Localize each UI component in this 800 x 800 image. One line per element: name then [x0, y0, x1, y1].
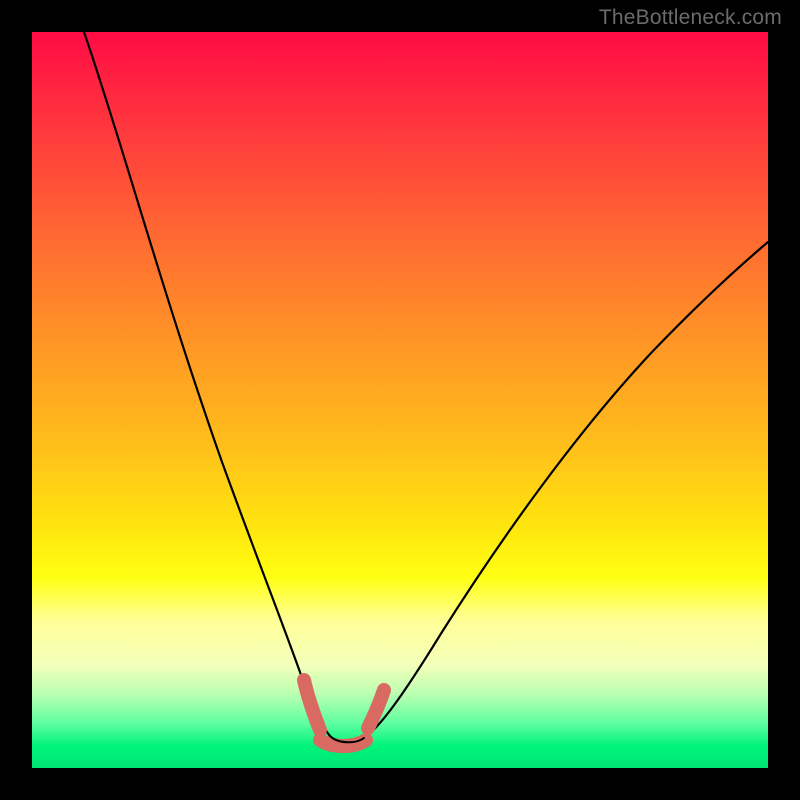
chart-frame: TheBottleneck.com [0, 0, 800, 800]
right-branch-curve [364, 242, 768, 738]
watermark-text: TheBottleneck.com [599, 6, 782, 30]
plot-area [32, 32, 768, 768]
curve-layer [32, 32, 768, 768]
bottleneck-left-blob [304, 680, 320, 730]
left-branch-curve [84, 32, 330, 736]
